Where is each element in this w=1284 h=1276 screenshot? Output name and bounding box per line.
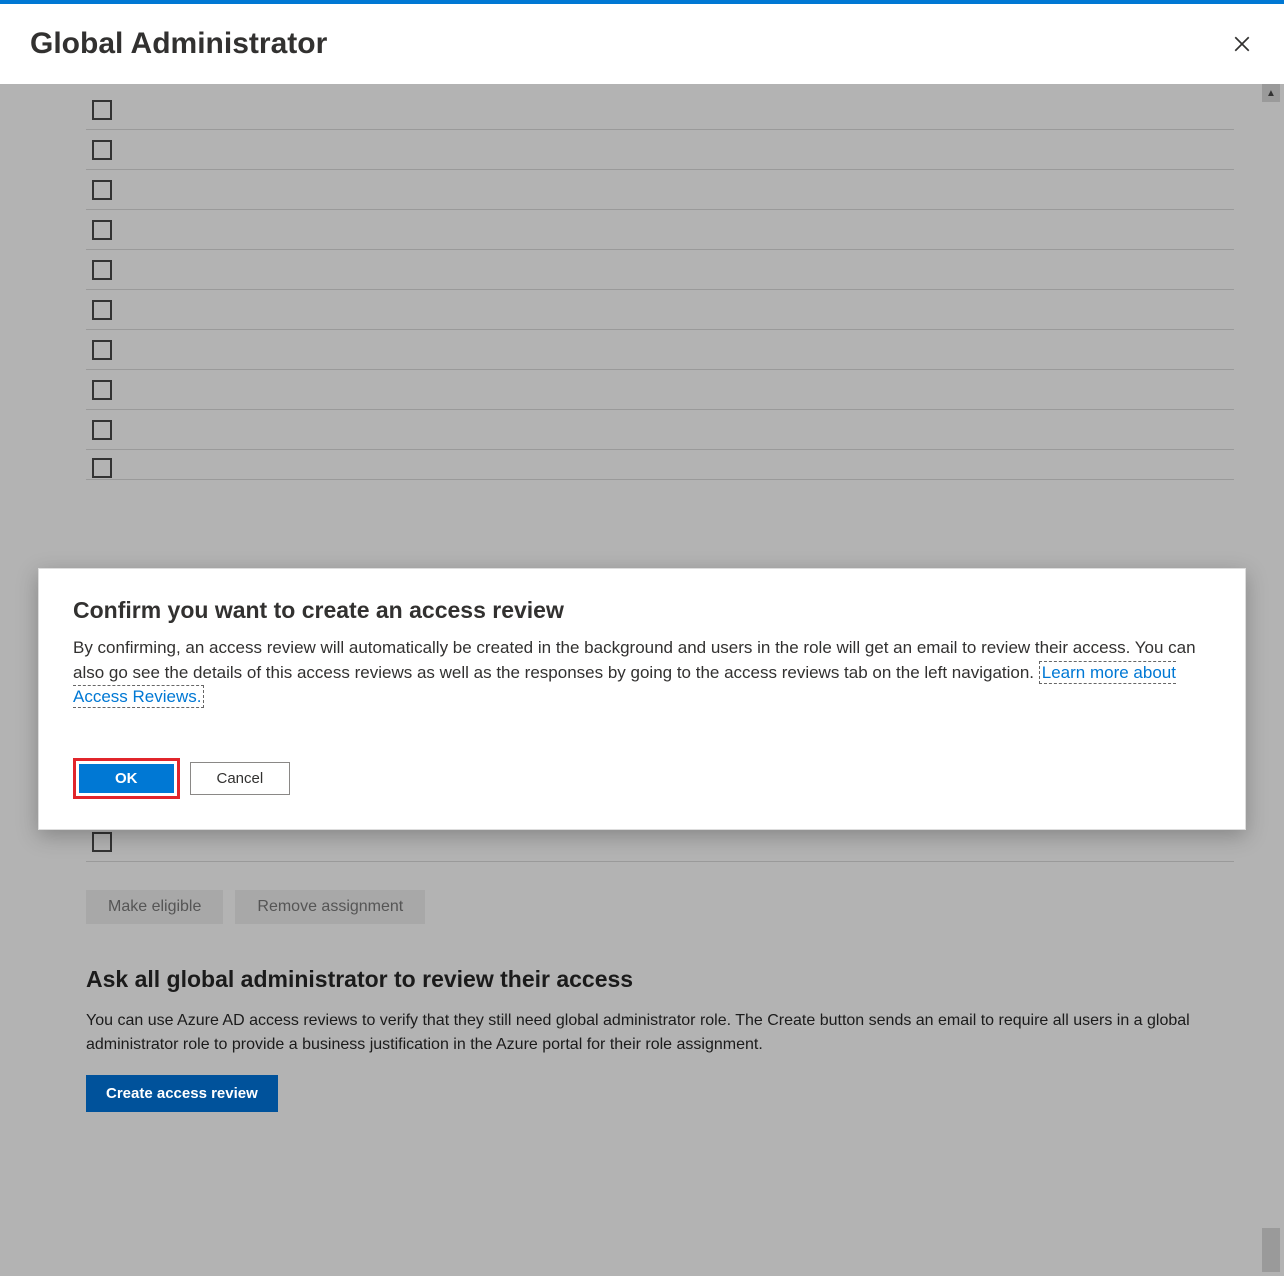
row-checkbox[interactable] <box>92 458 112 478</box>
make-eligible-button[interactable]: Make eligible <box>86 890 223 924</box>
list-item[interactable] <box>86 370 1234 410</box>
confirm-dialog: Confirm you want to create an access rev… <box>38 568 1246 830</box>
scrollbar-up-arrow[interactable]: ▲ <box>1262 84 1280 102</box>
list-item[interactable] <box>86 170 1234 210</box>
list-item[interactable] <box>86 210 1234 250</box>
scrollbar-thumb[interactable] <box>1262 1228 1280 1272</box>
row-checkbox[interactable] <box>92 140 112 160</box>
list-item[interactable] <box>86 450 1234 480</box>
row-checkbox[interactable] <box>92 420 112 440</box>
row-checkbox[interactable] <box>92 100 112 120</box>
list-item[interactable] <box>86 90 1234 130</box>
row-checkbox[interactable] <box>92 380 112 400</box>
page-title: Global Administrator <box>30 27 327 61</box>
page-header: Global Administrator <box>0 4 1284 84</box>
bulk-action-row: Make eligible Remove assignment <box>86 890 1280 924</box>
list-item[interactable] <box>86 130 1234 170</box>
remove-assignment-button[interactable]: Remove assignment <box>235 890 425 924</box>
list-item[interactable] <box>86 290 1234 330</box>
row-checkbox[interactable] <box>92 300 112 320</box>
row-checkbox[interactable] <box>92 180 112 200</box>
access-review-description: You can use Azure AD access reviews to v… <box>86 1009 1234 1057</box>
row-checkbox[interactable] <box>92 260 112 280</box>
dialog-description: By confirming, an access review will aut… <box>73 636 1211 710</box>
list-item[interactable] <box>86 410 1234 450</box>
create-access-review-button[interactable]: Create access review <box>86 1075 278 1112</box>
dialog-title: Confirm you want to create an access rev… <box>73 597 1211 624</box>
access-review-heading: Ask all global administrator to review t… <box>86 966 1234 993</box>
content-area: ▲ Make eligible Remove assignment Ask al <box>0 84 1284 1276</box>
main-background: ▲ Make eligible Remove assignment Ask al <box>4 84 1280 1272</box>
row-checkbox[interactable] <box>92 220 112 240</box>
ok-highlight: OK <box>73 758 180 799</box>
dialog-description-text: By confirming, an access review will aut… <box>73 638 1196 682</box>
list-item[interactable] <box>86 250 1234 290</box>
dialog-actions: OK Cancel <box>73 758 1211 799</box>
access-review-section: Ask all global administrator to review t… <box>86 966 1234 1112</box>
list-item[interactable] <box>86 330 1234 370</box>
ok-button[interactable]: OK <box>79 764 174 793</box>
row-checkbox[interactable] <box>92 832 112 852</box>
user-list <box>86 90 1234 480</box>
cancel-button[interactable]: Cancel <box>190 762 291 795</box>
row-checkbox[interactable] <box>92 340 112 360</box>
close-icon[interactable] <box>1230 32 1254 56</box>
